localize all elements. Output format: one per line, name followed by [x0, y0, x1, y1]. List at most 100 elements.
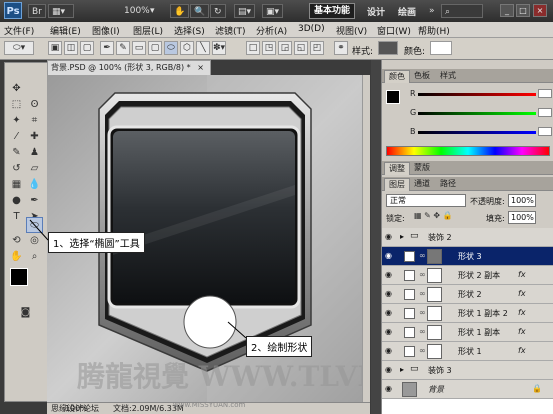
menu-edit[interactable]: 编辑(E)	[50, 24, 81, 37]
menu-window[interactable]: 窗口(W)	[377, 24, 411, 37]
channel-g-slider[interactable]	[418, 112, 536, 115]
menu-file[interactable]: 文件(F)	[4, 24, 34, 37]
3d-rotate-tool-icon[interactable]: ⟲	[8, 233, 25, 249]
channel-r-value[interactable]	[538, 89, 552, 98]
visibility-icon[interactable]: ◉	[385, 366, 394, 374]
channel-b-slider[interactable]	[418, 131, 536, 134]
layer-row[interactable]: ◉ ∞ 形状 1 fx	[382, 342, 553, 361]
layer-row-background[interactable]: ◉ 背景 🔒	[382, 380, 553, 399]
eyedropper-tool-icon[interactable]: ⁄	[8, 129, 25, 145]
menu-analysis[interactable]: 分析(A)	[256, 24, 287, 37]
close-document-icon[interactable]: ×	[197, 63, 204, 72]
pen-tool-icon-tb[interactable]: ✒	[26, 193, 43, 209]
subtract-shape-icon[interactable]: ◲	[278, 41, 292, 55]
visibility-icon[interactable]: ◉	[385, 328, 394, 336]
move-tool-icon[interactable]: ✥	[8, 81, 25, 97]
layer-effects-icon[interactable]: fx	[518, 289, 526, 298]
tab-styles[interactable]: 样式	[436, 70, 460, 83]
rotate-view-button[interactable]: ↻	[210, 4, 226, 18]
view-extras-dropdown[interactable]: ▦▾	[48, 4, 74, 18]
layer-row[interactable]: ◉ ∞ 形状 2 fx	[382, 285, 553, 304]
vertical-scrollbar[interactable]	[362, 75, 370, 402]
hand-tool-button[interactable]: ✋	[170, 4, 190, 18]
layer-row-selected[interactable]: ◉ ∞ 形状 3	[382, 247, 553, 266]
tab-layers[interactable]: 图层	[384, 178, 410, 191]
crop-tool-icon[interactable]: ⌗	[26, 113, 43, 129]
new-shape-layer-icon[interactable]: □	[246, 41, 260, 55]
channel-g-value[interactable]	[538, 108, 552, 117]
add-to-shape-icon[interactable]: ◳	[262, 41, 276, 55]
visibility-icon[interactable]: ◉	[385, 252, 394, 260]
exclude-shape-icon[interactable]: ◰	[310, 41, 324, 55]
freeform-pen-icon[interactable]: ✎	[116, 41, 130, 55]
layer-group-row[interactable]: ◉ ▸ ▭ 装饰 2	[382, 228, 553, 247]
custom-shape-icon[interactable]: ✽▾	[212, 41, 226, 55]
style-picker[interactable]	[378, 41, 398, 55]
clone-stamp-tool-icon[interactable]: ♟	[26, 145, 43, 161]
intersect-shape-icon[interactable]: ◱	[294, 41, 308, 55]
menu-filter[interactable]: 滤镜(T)	[215, 24, 246, 37]
opacity-input[interactable]: 100%	[508, 194, 536, 207]
layer-effects-icon[interactable]: fx	[518, 346, 526, 355]
hand-tool-icon[interactable]: ✋	[8, 249, 25, 265]
rounded-rectangle-icon[interactable]: ▢	[148, 41, 162, 55]
lasso-tool-icon[interactable]: ʘ	[26, 97, 43, 113]
workspace-basic[interactable]: 基本功能	[309, 3, 355, 19]
visibility-icon[interactable]: ◉	[385, 290, 394, 298]
workspace-paint[interactable]: 绘画	[398, 5, 416, 18]
fill-input[interactable]: 100%	[508, 211, 536, 224]
blur-tool-icon[interactable]: 💧	[26, 177, 43, 193]
screen-mode-button[interactable]: ▣▾	[262, 4, 284, 18]
tool-preset-picker[interactable]: ⬭▾	[4, 41, 34, 55]
zoom-dropdown-icon[interactable]: ▾	[150, 4, 155, 18]
visibility-icon[interactable]: ◉	[385, 271, 394, 279]
layer-row[interactable]: ◉ ∞ 形状 1 副本 2 fx	[382, 304, 553, 323]
bridge-button[interactable]: Br	[28, 4, 46, 18]
tab-adjustments[interactable]: 调整	[384, 162, 410, 175]
paths-icon[interactable]: ◫	[64, 41, 78, 55]
channel-r-slider[interactable]	[418, 93, 536, 96]
shape-color-swatch[interactable]	[430, 41, 452, 55]
arrange-documents-button[interactable]: ▤▾	[234, 4, 256, 18]
menu-image[interactable]: 图像(I)	[92, 24, 120, 37]
expand-arrow-icon[interactable]: ▸	[400, 365, 404, 374]
status-zoom[interactable]: 100%	[65, 403, 88, 414]
visibility-icon[interactable]: ◉	[385, 347, 394, 355]
ellipse-shape-icon[interactable]: ⬭	[164, 41, 178, 55]
dodge-tool-icon[interactable]: ●	[8, 193, 25, 209]
rectangle-shape-icon[interactable]: ▭	[132, 41, 146, 55]
layer-effects-icon[interactable]: fx	[518, 327, 526, 336]
history-brush-tool-icon[interactable]: ↺	[8, 161, 25, 177]
color-spectrum-bar[interactable]	[386, 146, 550, 156]
maximize-button[interactable]: □	[516, 4, 530, 17]
layer-effects-icon[interactable]: fx	[518, 270, 526, 279]
gradient-tool-icon[interactable]: ▦	[8, 177, 25, 193]
menu-help[interactable]: 帮助(H)	[418, 24, 450, 37]
expand-arrow-icon[interactable]: ▸	[400, 232, 404, 241]
menu-3d[interactable]: 3D(D)	[298, 24, 325, 34]
tab-masks[interactable]: 蒙版	[410, 162, 434, 175]
visibility-icon[interactable]: ◉	[385, 309, 394, 317]
search-help-field[interactable]: ⌕	[441, 4, 483, 18]
zoom-tool-button[interactable]: 🔍	[190, 4, 210, 18]
layer-group-row[interactable]: ◉ ▸ ▭ 装饰 3	[382, 361, 553, 380]
menu-select[interactable]: 选择(S)	[174, 24, 205, 37]
color-panel-fg-swatch[interactable]	[386, 90, 400, 104]
link-style-icon[interactable]: ⚭	[334, 41, 348, 55]
workspace-design[interactable]: 设计	[367, 5, 385, 18]
quick-mask-icon[interactable]: ◙	[17, 305, 34, 321]
workspace-more-icon[interactable]: »	[429, 4, 435, 18]
menu-layer[interactable]: 图层(L)	[133, 24, 163, 37]
tab-paths[interactable]: 路径	[436, 178, 460, 191]
marquee-tool-icon[interactable]: ⬚	[8, 97, 25, 113]
document-tab[interactable]: 背景.PSD @ 100% (形状 3, RGB/8) * ×	[47, 60, 211, 75]
type-tool-icon[interactable]: T	[8, 209, 25, 225]
menu-view[interactable]: 视图(V)	[336, 24, 367, 37]
healing-brush-tool-icon[interactable]: ✚	[26, 129, 43, 145]
pen-tool-icon[interactable]: ✒	[100, 41, 114, 55]
layer-row[interactable]: ◉ ∞ 形状 2 副本 fx	[382, 266, 553, 285]
zoom-level[interactable]: 100%	[124, 4, 150, 18]
close-button[interactable]: ×	[533, 4, 547, 17]
line-shape-icon[interactable]: ╲	[196, 41, 210, 55]
visibility-icon[interactable]: ◉	[385, 233, 394, 241]
